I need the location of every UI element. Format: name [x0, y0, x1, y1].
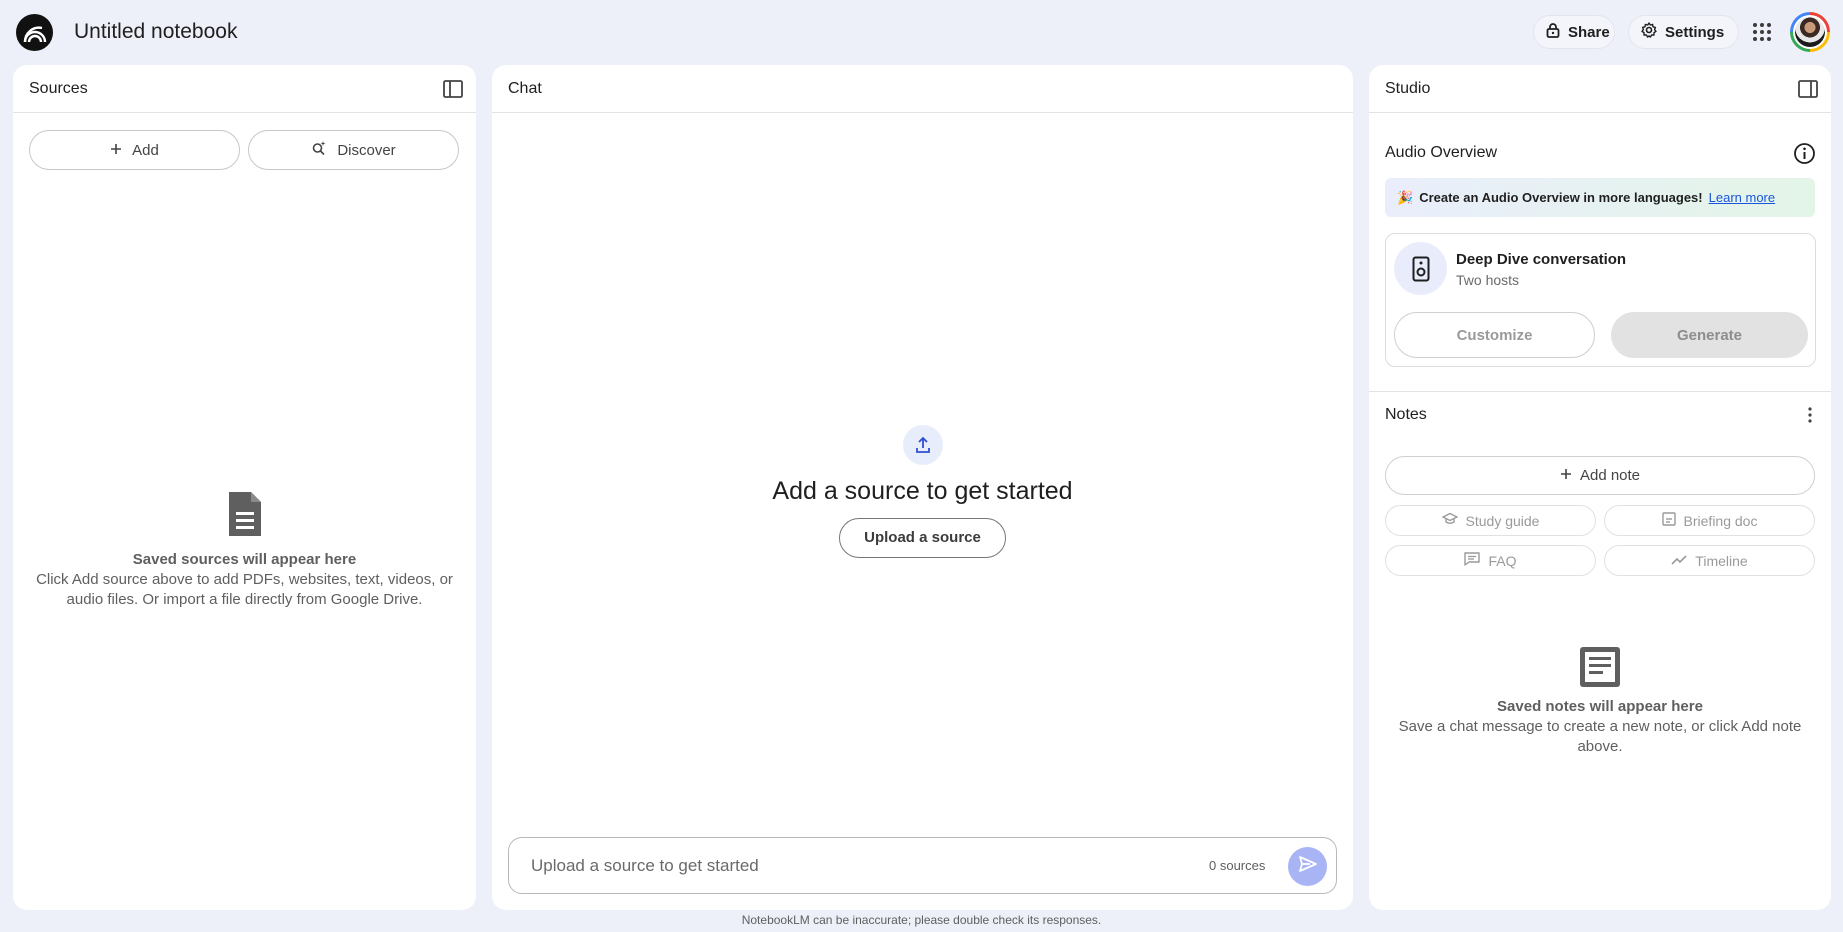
discover-search-icon	[311, 140, 327, 160]
discover-button[interactable]: Discover	[248, 130, 459, 170]
sources-empty-state: Saved sources will appear here Click Add…	[33, 490, 456, 610]
upload-icon	[902, 425, 943, 465]
panel-toggle-icon[interactable]	[1797, 78, 1819, 100]
notes-empty-desc: Save a chat message to create a new note…	[1398, 718, 1802, 755]
send-icon	[1298, 855, 1318, 878]
promo-text: Create an Audio Overview in more languag…	[1419, 190, 1703, 205]
faq-label: FAQ	[1488, 552, 1517, 569]
briefing-doc-icon	[1661, 512, 1676, 529]
deep-dive-title: Deep Dive conversation	[1456, 251, 1627, 268]
trend-icon	[1671, 553, 1687, 569]
chat-input[interactable]: Upload a source to get started 0 sources	[508, 837, 1337, 894]
faq-chat-icon	[1464, 552, 1481, 569]
notes-title: Notes	[1385, 406, 1427, 423]
notebook-title[interactable]: Untitled notebook	[74, 20, 237, 44]
chat-headline: Add a source to get started	[772, 477, 1073, 505]
panel-toggle-icon[interactable]	[442, 78, 464, 100]
add-note-label: Add note	[1579, 467, 1641, 484]
chat-panel: Chat Add a source to get started Upload …	[492, 65, 1353, 910]
generate-button[interactable]: Generate	[1611, 312, 1808, 358]
share-label: Share	[1568, 23, 1610, 41]
party-icon: 🎉	[1397, 189, 1414, 205]
note-icon	[1385, 645, 1815, 694]
speaker-icon	[1394, 242, 1447, 295]
discover-label: Discover	[337, 141, 396, 159]
share-button[interactable]: Share	[1533, 15, 1615, 49]
studio-divider	[1369, 391, 1831, 392]
timeline-button[interactable]: Timeline	[1604, 545, 1815, 576]
lock-icon	[1546, 22, 1560, 42]
disclaimer-text: NotebookLM can be inaccurate; please dou…	[741, 913, 1102, 927]
upload-source-button[interactable]: Upload a source	[839, 518, 1006, 558]
add-source-button[interactable]: Add	[29, 130, 240, 170]
settings-button[interactable]: Settings	[1628, 15, 1739, 49]
briefing-doc-button[interactable]: Briefing doc	[1604, 505, 1815, 536]
notes-empty-state: Saved notes will appear here Save a chat…	[1385, 645, 1815, 757]
notes-empty-title: Saved notes will appear here	[1497, 698, 1703, 715]
plus-icon	[110, 142, 122, 159]
graduation-cap-icon	[1440, 512, 1459, 529]
studio-panel: Studio Audio Overview 🎉 Create an Audio …	[1369, 65, 1831, 910]
add-note-button[interactable]: Add note	[1385, 456, 1815, 495]
apps-grid-icon[interactable]	[1752, 22, 1772, 42]
plus-icon	[1560, 467, 1572, 484]
sources-panel: Sources Add Discover Saved sources will …	[13, 65, 476, 910]
notebooklm-logo-icon[interactable]	[16, 14, 53, 51]
customize-button[interactable]: Customize	[1394, 312, 1595, 358]
study-guide-label: Study guide	[1465, 512, 1540, 529]
studio-title: Studio	[1385, 80, 1431, 97]
deep-dive-subtitle: Two hosts	[1456, 272, 1520, 288]
study-guide-button[interactable]: Study guide	[1385, 505, 1596, 536]
more-vert-icon[interactable]	[1801, 406, 1819, 424]
avatar[interactable]	[1790, 12, 1830, 52]
source-count: 0 sources	[1209, 858, 1266, 873]
timeline-label: Timeline	[1695, 552, 1748, 569]
audio-overview-title: Audio Overview	[1385, 144, 1498, 161]
chat-input-placeholder: Upload a source to get started	[531, 856, 759, 875]
info-icon[interactable]	[1793, 142, 1816, 165]
sources-empty-desc: Click Add source above to add PDFs, webs…	[36, 571, 453, 608]
deep-dive-card: Deep Dive conversation Two hosts Customi…	[1385, 233, 1816, 367]
briefing-doc-label: Briefing doc	[1683, 512, 1758, 529]
sources-title: Sources	[29, 80, 88, 97]
chat-empty-state: Add a source to get started Upload a sou…	[492, 425, 1353, 558]
learn-more-link[interactable]: Learn more	[1709, 190, 1775, 205]
audio-languages-banner: 🎉 Create an Audio Overview in more langu…	[1385, 178, 1815, 217]
document-icon	[33, 490, 456, 543]
chat-title: Chat	[508, 80, 542, 97]
send-button[interactable]	[1288, 847, 1327, 886]
gear-icon	[1641, 22, 1657, 42]
settings-label: Settings	[1665, 23, 1725, 41]
sources-empty-title: Saved sources will appear here	[132, 551, 357, 568]
add-label: Add	[132, 141, 159, 159]
faq-button[interactable]: FAQ	[1385, 545, 1596, 576]
top-bar: Untitled notebook Share Settings	[0, 0, 1843, 64]
